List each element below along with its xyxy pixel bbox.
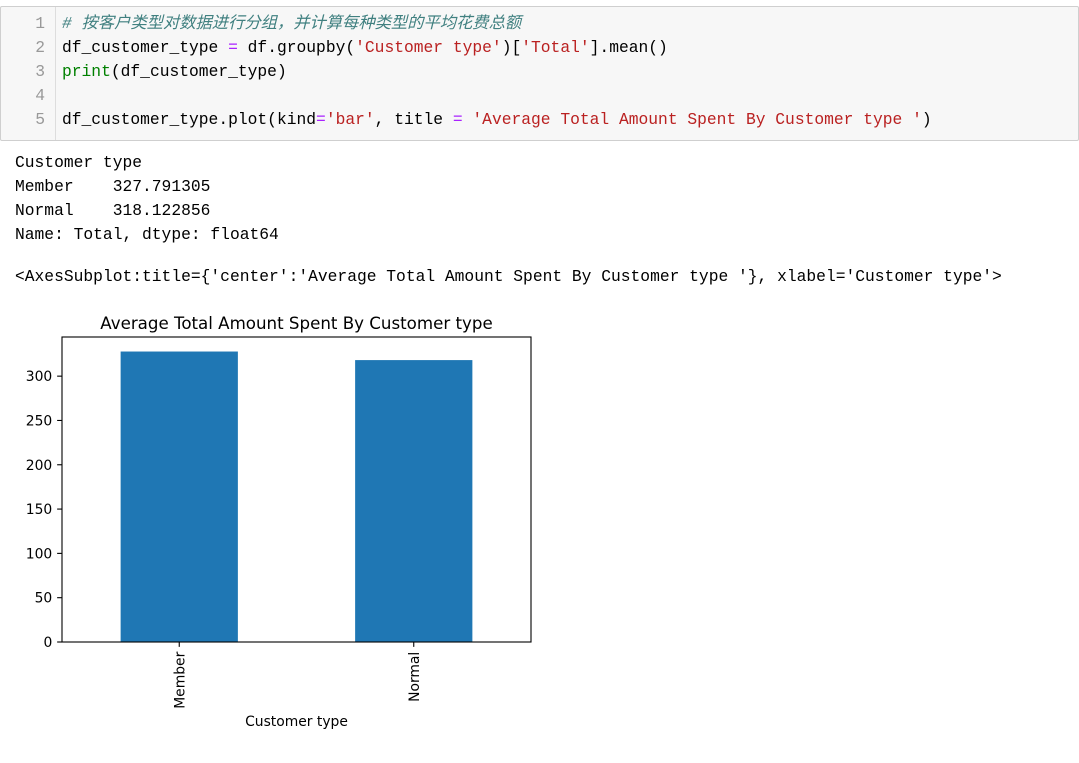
code-line-2[interactable]: df_customer_type = df.groupby( 'Customer… [62, 36, 1078, 60]
code-builtin: print [62, 62, 111, 81]
code-editor[interactable]: # 按客户类型对数据进行分组，并计算每种类型的平均花费总额 df_custome… [62, 12, 1078, 132]
y-axis: 0 50 100 150 200 250 300 [26, 369, 62, 651]
y-tick-label: 150 [26, 502, 52, 518]
stdout-output: Customer type Member 327.791305 Normal 3… [15, 151, 279, 247]
y-tick-label: 100 [26, 546, 52, 562]
chart-title: Average Total Amount Spent By Customer t… [100, 314, 492, 333]
y-tick-label: 0 [43, 635, 52, 651]
line-number: 2 [35, 38, 45, 57]
bar-normal [355, 360, 473, 642]
code-string: 'Customer type' [355, 38, 502, 57]
code-operator: = [452, 110, 463, 129]
execute-result-output: <AxesSubplot:title={'center':'Average To… [15, 265, 1002, 289]
y-tick-label: 50 [35, 591, 53, 607]
code-comment: # 按客户类型对数据进行分组，并计算每种类型的平均花费总额 [62, 14, 522, 33]
code-text: , title [374, 110, 453, 129]
x-axis: Member Normal [172, 642, 423, 709]
code-cell[interactable]: 1 2 3 4 5 # 按客户类型对数据进行分组，并计算每种类型的平均花费总额 … [0, 6, 1079, 141]
code-line-3[interactable]: print (df_customer_type) [62, 60, 1078, 84]
stdout-line: Customer type [15, 153, 143, 172]
code-text: )[ [501, 38, 522, 57]
code-text: df_customer_type [62, 38, 229, 57]
stdout-line: Name: Total, dtype: float64 [15, 225, 279, 244]
bar-chart: Average Total Amount Spent By Customer t… [26, 314, 532, 730]
code-text: ].mean() [589, 38, 668, 57]
bar-member [120, 351, 238, 642]
code-string: 'bar' [325, 110, 375, 129]
x-tick-label: Member [172, 651, 188, 708]
line-number: 5 [35, 110, 45, 129]
code-string: 'Average Total Amount Spent By Customer … [472, 110, 922, 129]
code-line-1[interactable]: # 按客户类型对数据进行分组，并计算每种类型的平均花费总额 [62, 12, 1078, 36]
code-line-5[interactable]: df_customer_type.plot(kind = 'bar' , tit… [62, 108, 1078, 132]
x-tick-label: Normal [407, 652, 423, 702]
stdout-line: Normal 318.122856 [15, 201, 211, 220]
code-text: (df_customer_type) [110, 62, 287, 81]
line-number: 4 [35, 86, 45, 105]
line-number: 1 [35, 14, 45, 33]
code-text: df.groupby( [237, 38, 356, 57]
x-axis-label: Customer type [245, 714, 348, 730]
code-text: ) [921, 110, 932, 129]
code-text: df_customer_type.plot(kind [62, 110, 317, 129]
code-line-4[interactable] [62, 84, 1078, 108]
execute-result-text: <AxesSubplot:title={'center':'Average To… [15, 267, 1002, 286]
line-number: 3 [35, 62, 45, 81]
code-operator: = [316, 110, 326, 129]
y-tick-label: 250 [26, 413, 52, 429]
code-string: 'Total' [521, 38, 590, 57]
stdout-line: Member 327.791305 [15, 177, 211, 196]
line-number-gutter: 1 2 3 4 5 [1, 7, 56, 140]
y-tick-label: 300 [26, 369, 52, 385]
code-operator: = [228, 38, 238, 57]
y-tick-label: 200 [26, 458, 52, 474]
